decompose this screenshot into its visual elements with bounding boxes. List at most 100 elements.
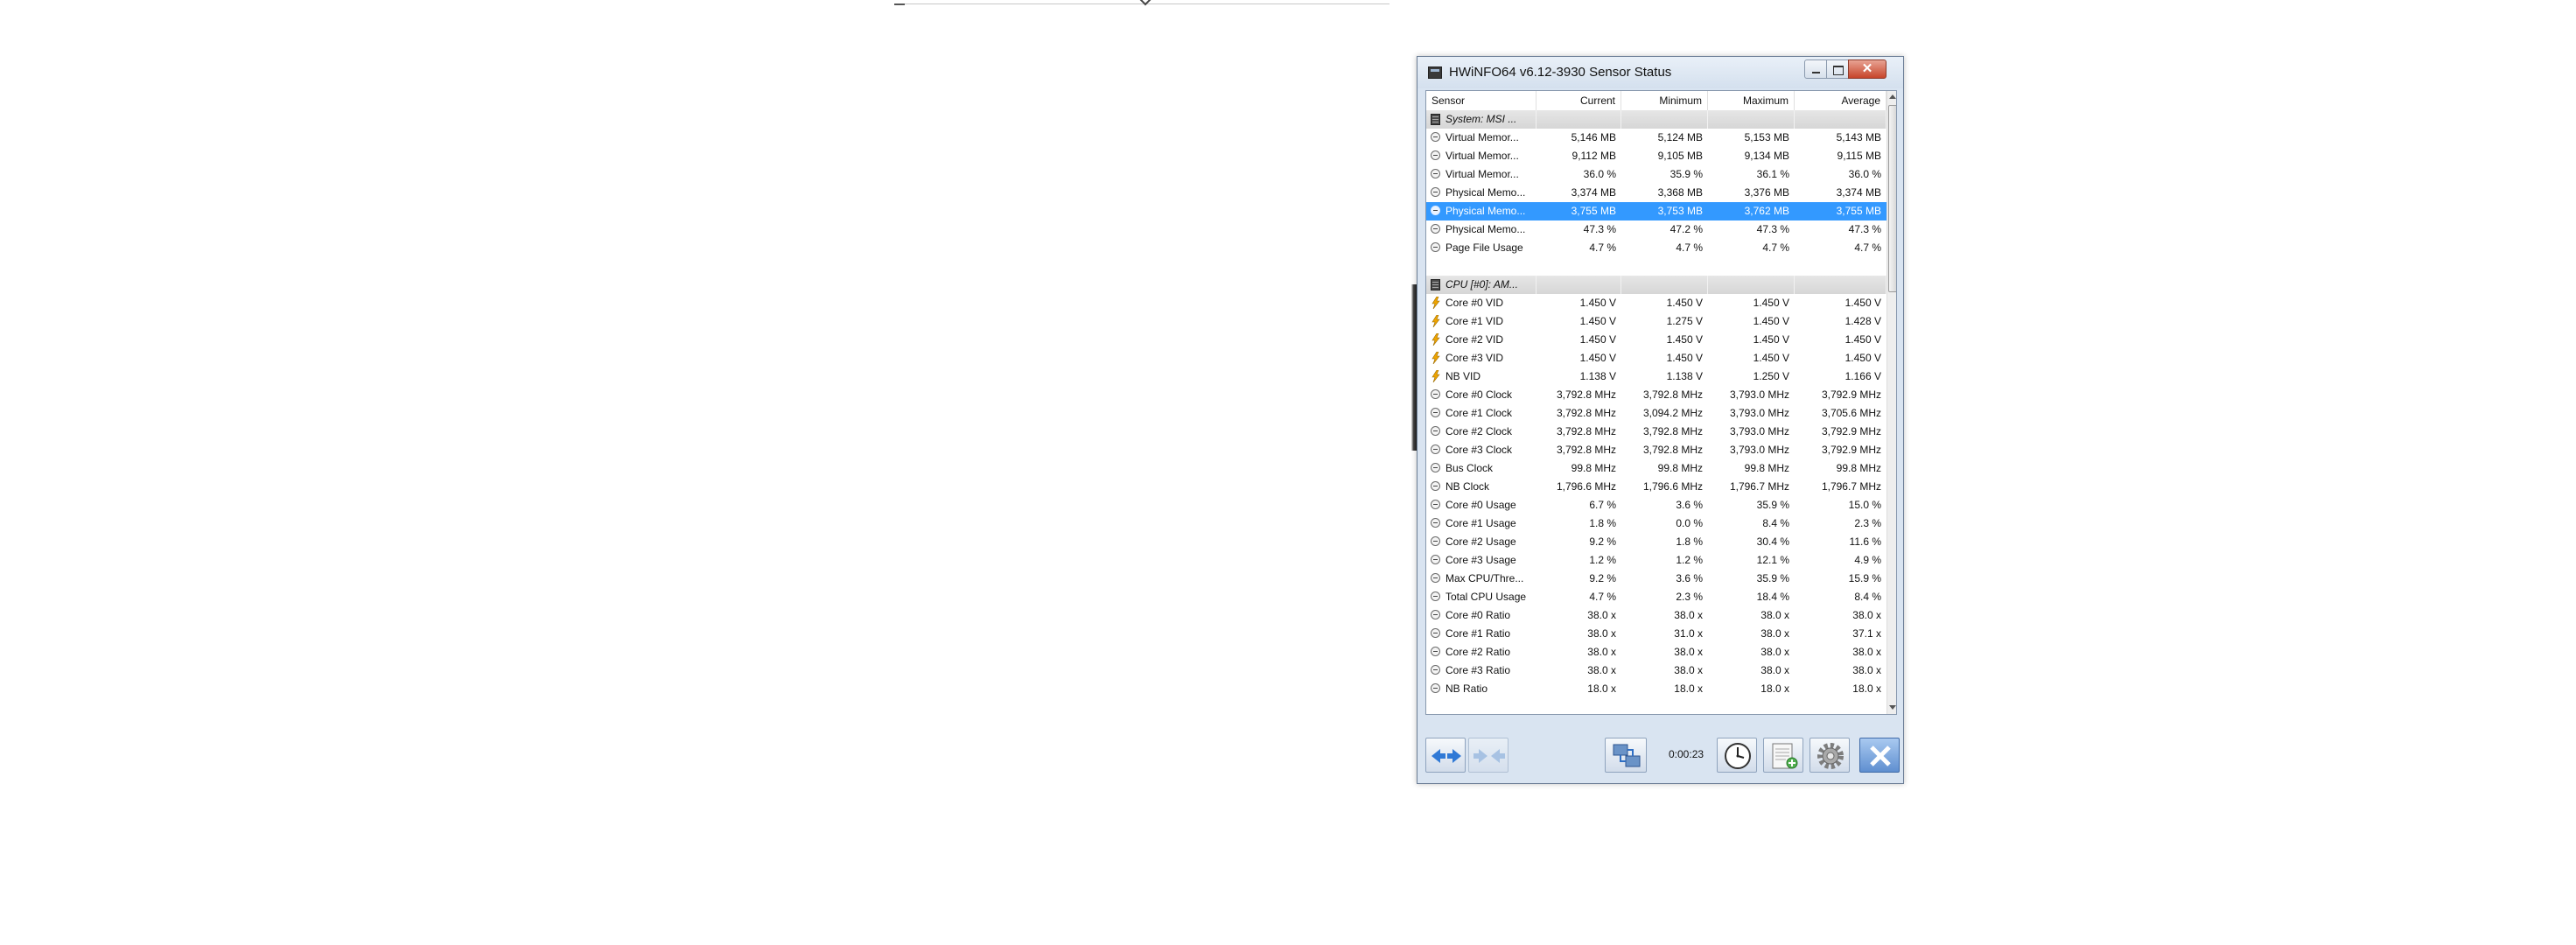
cell-average: 1,796.7 MHz bbox=[1821, 480, 1881, 493]
column-header-row: Sensor Current Minimum Maximum Average bbox=[1426, 91, 1886, 111]
minus-icon bbox=[1431, 478, 1443, 496]
cell-name: Core #0 VID bbox=[1446, 297, 1504, 309]
sensor-row[interactable]: Virtual Memor... 5,146 MB 5,124 MB 5,153 MB… bbox=[1426, 129, 1886, 147]
sensor-row[interactable]: Core #3 Clock 3,792.8 MHz 3,792.8 MHz 3,793… bbox=[1426, 441, 1886, 459]
collapse-right-button[interactable] bbox=[1468, 738, 1508, 773]
sensor-row[interactable]: Virtual Memor... 36.0 % 35.9 % 36.1 % 36.0 % bbox=[1426, 165, 1886, 184]
sensor-row[interactable]: Core #2 VID 1.450 V 1.450 V 1.450 V 1.450 V bbox=[1426, 331, 1886, 349]
chip-icon bbox=[1431, 276, 1443, 294]
cell-current: 36.0 % bbox=[1583, 168, 1616, 180]
cell-maximum: 1.450 V bbox=[1753, 333, 1789, 346]
cell-minimum: 5,124 MB bbox=[1657, 131, 1703, 144]
sensor-row[interactable]: Core #2 Ratio 38.0 x 38.0 x 38.0 x 38.0 x bbox=[1426, 643, 1886, 662]
cell-minimum: 1,796.6 MHz bbox=[1642, 480, 1703, 493]
sensor-row[interactable]: Core #0 VID 1.450 V 1.450 V 1.450 V 1.450 V bbox=[1426, 294, 1886, 312]
cell-minimum: 18.0 x bbox=[1674, 682, 1703, 695]
scroll-up-arrow-icon[interactable] bbox=[1887, 91, 1896, 103]
sensor-row[interactable]: Max CPU/Thre... 9.2 % 3.6 % 35.9 % 15.9 % bbox=[1426, 570, 1886, 588]
network-layout-button[interactable] bbox=[1605, 738, 1647, 773]
cell-average: 1.166 V bbox=[1844, 370, 1881, 382]
cell-average: 1.450 V bbox=[1844, 352, 1881, 364]
minimize-button[interactable] bbox=[1804, 60, 1827, 79]
sensor-row[interactable]: Total CPU Usage 4.7 % 2.3 % 18.4 % 8.4 % bbox=[1426, 588, 1886, 606]
exit-button[interactable] bbox=[1859, 738, 1900, 773]
cell-average: 4.9 % bbox=[1854, 554, 1881, 566]
sensor-row[interactable]: Core #1 Clock 3,792.8 MHz 3,094.2 MHz 3,793… bbox=[1426, 404, 1886, 423]
log-file-icon bbox=[1772, 743, 1798, 769]
cell-name: Core #1 VID bbox=[1446, 315, 1504, 327]
cell-average: 37.1 x bbox=[1852, 627, 1881, 640]
cell-average: 4.7 % bbox=[1854, 242, 1881, 254]
settings-button[interactable] bbox=[1810, 738, 1850, 773]
sensor-row[interactable]: Page File Usage 4.7 % 4.7 % 4.7 % 4.7 % bbox=[1426, 239, 1886, 257]
sensor-row[interactable]: Virtual Memor... 9,112 MB 9,105 MB 9,134 MB… bbox=[1426, 147, 1886, 165]
column-header-maximum[interactable]: Maximum bbox=[1708, 91, 1795, 110]
cell-maximum: 30.4 % bbox=[1756, 536, 1789, 548]
sensor-row[interactable]: Physical Memo... 47.3 % 47.2 % 47.3 % 47.3 % bbox=[1426, 220, 1886, 239]
group-cell-bg bbox=[1795, 276, 1886, 294]
column-header-minimum[interactable]: Minimum bbox=[1621, 91, 1708, 110]
scroll-down-arrow-icon[interactable] bbox=[1887, 702, 1896, 714]
cell-name: Core #3 Ratio bbox=[1446, 664, 1511, 676]
sensor-group-row[interactable]: CPU [#0]: AM... bbox=[1426, 276, 1886, 294]
sensor-row[interactable]: Core #2 Clock 3,792.8 MHz 3,792.8 MHz 3,793… bbox=[1426, 423, 1886, 441]
cell-current: 3,374 MB bbox=[1571, 186, 1616, 199]
cell-current: 3,792.8 MHz bbox=[1556, 407, 1616, 419]
scroll-thumb[interactable] bbox=[1888, 105, 1896, 292]
sensor-row[interactable]: NB VID 1.138 V 1.138 V 1.250 V 1.166 V bbox=[1426, 368, 1886, 386]
cell-name: Core #0 Clock bbox=[1446, 388, 1513, 401]
title-bar[interactable]: HWiNFO64 v6.12-3930 Sensor Status ✕ bbox=[1418, 57, 1903, 88]
cell-name: Core #1 Usage bbox=[1446, 517, 1516, 529]
reset-timer-button[interactable] bbox=[1717, 738, 1757, 773]
sensor-row[interactable]: Core #0 Ratio 38.0 x 38.0 x 38.0 x 38.0 x bbox=[1426, 606, 1886, 625]
column-header-current[interactable]: Current bbox=[1536, 91, 1621, 110]
cell-average: 47.3 % bbox=[1848, 223, 1881, 235]
cell-average: 38.0 x bbox=[1852, 609, 1881, 621]
minus-icon bbox=[1431, 459, 1443, 478]
cell-minimum: 4.7 % bbox=[1676, 242, 1703, 254]
vertical-scrollbar[interactable] bbox=[1886, 91, 1896, 714]
cell-current: 3,792.8 MHz bbox=[1556, 425, 1616, 438]
sensor-row[interactable]: Physical Memo... 3,755 MB 3,753 MB 3,762 MB… bbox=[1426, 202, 1886, 220]
cell-maximum: 38.0 x bbox=[1760, 646, 1789, 658]
maximize-button[interactable] bbox=[1826, 60, 1849, 79]
sensor-row[interactable]: Core #0 Clock 3,792.8 MHz 3,792.8 MHz 3,793… bbox=[1426, 386, 1886, 404]
sensor-row[interactable]: Core #2 Usage 9.2 % 1.8 % 30.4 % 11.6 % bbox=[1426, 533, 1886, 551]
sensor-row[interactable]: Core #1 Ratio 38.0 x 31.0 x 38.0 x 37.1 x bbox=[1426, 625, 1886, 643]
group-cell-bg bbox=[1621, 276, 1708, 294]
sensor-row[interactable]: Core #0 Usage 6.7 % 3.6 % 35.9 % 15.0 % bbox=[1426, 496, 1886, 514]
cell-minimum: 3,792.8 MHz bbox=[1642, 388, 1703, 401]
column-header-sensor[interactable]: Sensor bbox=[1426, 91, 1536, 110]
cell-maximum: 38.0 x bbox=[1760, 664, 1789, 676]
hwinfo-app-icon[interactable] bbox=[1428, 66, 1442, 79]
sensor-row[interactable]: NB Ratio 18.0 x 18.0 x 18.0 x 18.0 x bbox=[1426, 680, 1886, 698]
sensor-row[interactable]: Physical Memo... 3,374 MB 3,368 MB 3,376 MB… bbox=[1426, 184, 1886, 202]
close-window-button[interactable]: ✕ bbox=[1848, 60, 1886, 79]
cell-name: NB VID bbox=[1446, 370, 1481, 382]
cell-current: 9,112 MB bbox=[1572, 150, 1616, 162]
cell-current: 1.450 V bbox=[1579, 333, 1616, 346]
minus-icon bbox=[1431, 680, 1443, 698]
close-icon bbox=[1870, 746, 1891, 766]
sensor-row[interactable]: Core #3 Usage 1.2 % 1.2 % 12.1 % 4.9 % bbox=[1426, 551, 1886, 570]
cell-current: 3,792.8 MHz bbox=[1556, 444, 1616, 456]
sensor-row[interactable]: Core #1 Usage 1.8 % 0.0 % 8.4 % 2.3 % bbox=[1426, 514, 1886, 533]
cell-current: 3,755 MB bbox=[1571, 205, 1616, 217]
bottom-toolbar: 0:00:23 bbox=[1418, 717, 1903, 783]
sensor-row[interactable]: Core #3 Ratio 38.0 x 38.0 x 38.0 x 38.0 x bbox=[1426, 662, 1886, 680]
sensor-row[interactable]: NB Clock 1,796.6 MHz 1,796.6 MHz 1,796.7 MH… bbox=[1426, 478, 1886, 496]
cell-average: 3,755 MB bbox=[1836, 205, 1881, 217]
sensor-row[interactable]: Bus Clock 99.8 MHz 99.8 MHz 99.8 MHz 99.8 MH… bbox=[1426, 459, 1886, 478]
sensor-list[interactable]: Sensor Current Minimum Maximum Average S… bbox=[1425, 90, 1897, 715]
sensor-row[interactable]: Core #3 VID 1.450 V 1.450 V 1.450 V 1.450 V bbox=[1426, 349, 1886, 368]
sensor-row[interactable]: Core #1 VID 1.450 V 1.275 V 1.450 V 1.428 V bbox=[1426, 312, 1886, 331]
gear-icon bbox=[1817, 743, 1844, 769]
minus-icon bbox=[1431, 441, 1443, 459]
minus-icon bbox=[1431, 129, 1443, 147]
sensor-group-row[interactable]: System: MSI ... bbox=[1426, 110, 1886, 129]
logging-button[interactable] bbox=[1763, 738, 1803, 773]
collapse-left-button[interactable] bbox=[1425, 738, 1466, 773]
cell-minimum: 35.9 % bbox=[1670, 168, 1703, 180]
column-header-average[interactable]: Average bbox=[1795, 91, 1886, 110]
cell-average: 15.9 % bbox=[1848, 572, 1881, 584]
